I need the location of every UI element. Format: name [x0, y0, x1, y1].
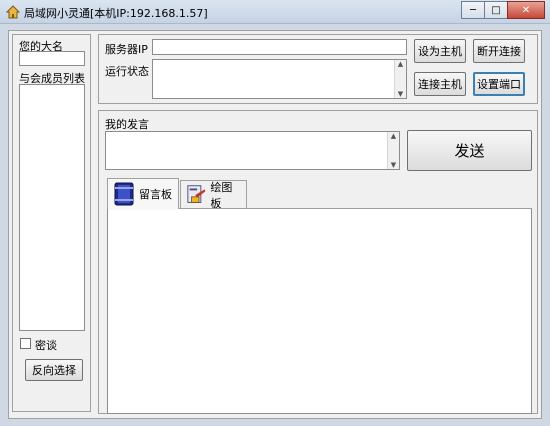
message-board-area[interactable] [107, 208, 532, 414]
tab-message-board-label: 留言板 [139, 188, 172, 201]
notebook-icon [114, 182, 134, 206]
status-textarea [152, 59, 407, 99]
window-title: 局域网小灵通[本机IP:192.168.1.57] [24, 7, 208, 20]
set-host-button[interactable]: 设为主机 [414, 39, 466, 63]
message-scroll-up-icon[interactable]: ▲ [388, 132, 399, 140]
members-list[interactable] [19, 84, 85, 331]
message-scroll-down-icon[interactable]: ▼ [388, 161, 399, 169]
scroll-up-icon[interactable]: ▲ [395, 60, 406, 68]
close-button[interactable]: ✕ [507, 1, 545, 19]
disconnect-button[interactable]: 断开连接 [473, 39, 525, 63]
send-button[interactable]: 发送 [407, 130, 532, 171]
active-tab-join [108, 208, 178, 210]
minimize-button[interactable]: ─ [461, 1, 485, 19]
scroll-down-icon[interactable]: ▼ [395, 90, 406, 98]
message-scrollbar[interactable]: ▲ ▼ [387, 132, 399, 169]
app-house-icon [6, 5, 20, 19]
my-speech-label: 我的发言 [105, 118, 149, 131]
set-port-button[interactable]: 设置端口 [473, 72, 525, 96]
status-label: 运行状态 [105, 65, 149, 78]
minimize-icon: ─ [469, 4, 477, 16]
server-ip-label: 服务器IP [105, 43, 148, 56]
maximize-button[interactable]: □ [484, 1, 508, 19]
server-ip-input[interactable] [152, 39, 407, 55]
private-chat-label: 密谈 [35, 339, 57, 352]
status-scrollbar[interactable]: ▲ ▼ [394, 60, 406, 98]
tab-message-board[interactable]: 留言板 [107, 178, 179, 209]
tab-drawing-board-label: 绘图板 [210, 181, 233, 210]
tab-drawing-board[interactable]: 绘图板 [180, 180, 247, 210]
connect-host-button[interactable]: 连接主机 [414, 72, 466, 96]
close-icon: ✕ [521, 4, 531, 16]
private-chat-checkbox[interactable] [20, 338, 31, 349]
paint-icon [187, 185, 206, 203]
maximize-icon: □ [491, 4, 501, 16]
reverse-select-button[interactable]: 反向选择 [25, 359, 83, 381]
message-input[interactable] [105, 131, 400, 170]
name-input[interactable] [19, 51, 85, 66]
